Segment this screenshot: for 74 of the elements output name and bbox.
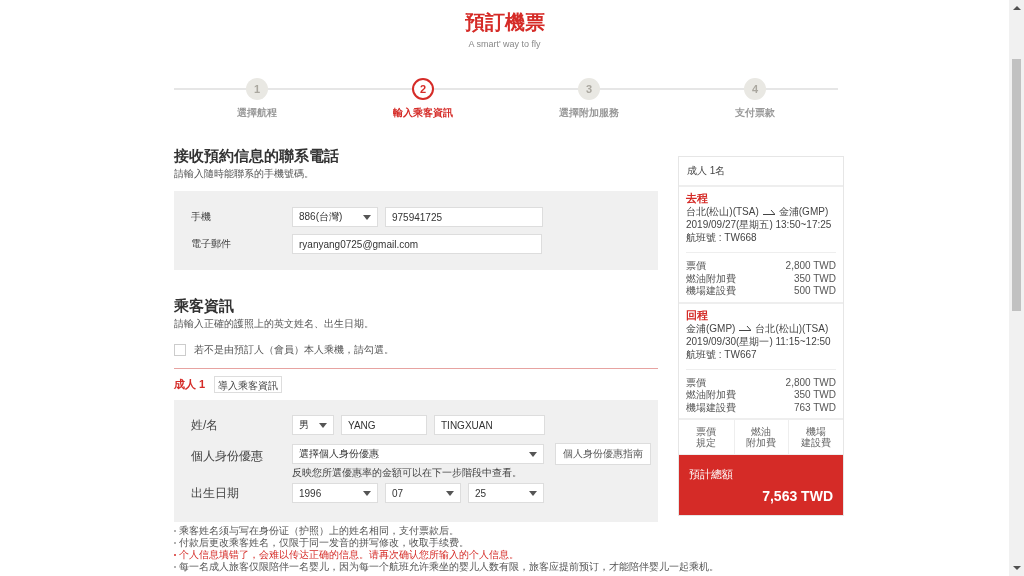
field-label: 手機 [191,210,212,224]
month-dropdown[interactable]: 07 [385,483,461,503]
step-label: 支付票款 [735,106,775,120]
total-label: 預計總額 [689,467,734,482]
checkbox[interactable] [174,344,186,356]
caret-icon [529,451,537,457]
passenger-count: 成人 1名 [679,157,843,187]
section-heading: 乘客資訊 [174,297,235,315]
route-origin: 金浦(GMP) [686,321,736,335]
fee-amount: 763 TWD [793,401,836,414]
fee-label: 燃油附加費 [686,389,736,402]
route-origin: 台北(松山)(TSA) [686,205,759,218]
fee-label: 票價 [686,260,706,273]
fee-info-link[interactable]: 票價 規定 [679,420,734,454]
fee-label: 機場建設費 [686,285,736,298]
note-text: 个人信息填错了，会难以传达正确的信息。请再次确认您所输入的个人信息。 [179,548,519,561]
step-label: 選擇附加服務 [559,106,619,120]
fee-label: 機場建設費 [686,401,736,414]
section-hint: 請輸入隨時能聯系的手機號碼。 [174,167,315,181]
flight-number: 航班號 : TW667 [686,347,758,361]
day-dropdown[interactable]: 25 [468,483,544,503]
caret-icon [319,422,327,428]
passenger-title: 成人 1 [174,377,206,392]
note-text: 每一名成人旅客仅限陪伴一名婴儿，因为每一个航班允许乘坐的婴儿人数有限，旅客应提前预订，才能陪伴婴儿一起乘机。 [179,560,719,574]
input-field[interactable]: 975941725 [385,207,543,227]
checkbox-label: 若不是由預訂人（會員）本人乘機，請勾選。 [194,343,394,357]
route-destination: 台北(松山)(TSA) [755,321,829,335]
import-button[interactable]: 導入乘客資訊 [214,376,283,393]
fee-label: 票價 [686,376,706,389]
input-field[interactable]: YANG [341,415,427,435]
fee-amount: 2,800 TWD [785,376,836,389]
total-amount: 7,563 TWD [761,488,833,504]
fee-amount: 500 TWD [793,285,836,298]
step-label: 選擇航程 [237,106,277,120]
page-subtitle: A smart' way to fly [468,39,541,49]
gender-dropdown[interactable]: 男 [292,415,334,435]
section-hint: 請輸入正確的護照上的英文姓名、出生日期。 [174,317,375,331]
fee-info-link[interactable]: 燃油 附加費 [733,420,789,454]
fee-amount: 2,800 TWD [785,260,836,273]
fee-amount: 350 TWD [793,389,836,402]
scrollbar[interactable] [1009,0,1024,576]
leg-title: 去程 [686,192,709,205]
caret-icon [363,490,371,496]
step-number: 4 [744,78,766,100]
section-heading: 接收預約信息的聯系電話 [174,147,340,165]
caret-icon [529,490,537,496]
country-dropdown[interactable]: 886(台灣) [292,207,378,227]
field-label: 電子郵件 [191,237,232,251]
step-number: 3 [578,78,600,100]
discount-dropdown[interactable]: 選擇個人身份優惠 [292,444,544,464]
step-label: 輸入乘客資訊 [393,106,453,120]
caret-icon [363,214,371,220]
page-title: 預訂機票 [464,10,545,34]
note-text: 乘客姓名须与写在身份证（护照）上的姓名相同，支付票款后。 [179,524,459,537]
route-destination: 金浦(GMP) [778,205,829,218]
fee-amount: 350 TWD [793,272,836,285]
field-note: 反映您所選優惠率的金額可以在下一步階段中查看。 [292,466,523,480]
flight-number: 航班號 : TW668 [686,231,758,244]
fee-info-link[interactable]: 機場 建設費 [788,420,843,454]
year-dropdown[interactable]: 1996 [292,483,378,503]
step-number: 1 [246,78,268,100]
step-number: 2 [412,78,434,100]
flight-time: 2019/09/30(星期一) 11:15~12:50 [686,334,832,348]
input-field[interactable]: ryanyang0725@gmail.com [292,234,542,254]
field-label: 出生日期 [191,484,240,502]
leg-title: 回程 [686,308,709,322]
flight-time: 2019/09/27(星期五) 13:50~17:25 [686,218,833,231]
input-field[interactable]: TINGXUAN [434,415,545,435]
fee-label: 燃油附加費 [686,272,736,285]
field-label: 個人身份優惠 [191,448,264,465]
note-text: 付款后更改乘客姓名，仅限于同一发音的拼写修改，收取手续费。 [179,536,469,549]
guide-button[interactable]: 個人身份優惠指南 [555,443,651,465]
caret-icon [446,490,454,496]
field-label: 姓/名 [191,416,220,434]
